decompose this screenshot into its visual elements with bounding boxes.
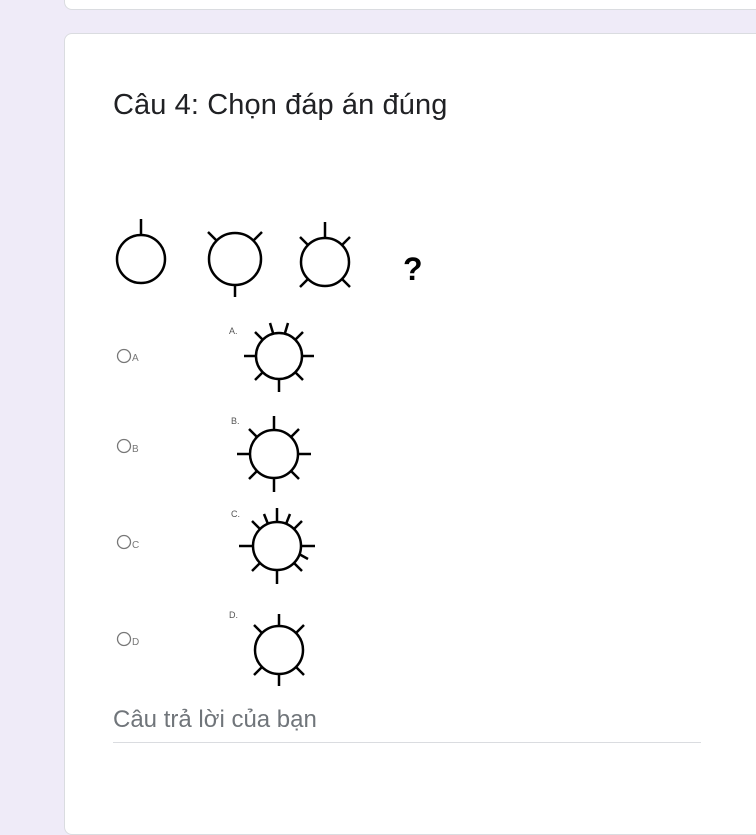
sequence-figure-2 [207,231,263,297]
option-b[interactable]: B B. [116,416,312,492]
option-d[interactable]: D D. [116,610,305,686]
option-b-caption: B. [231,416,240,426]
option-a-caption: A. [229,326,238,336]
previous-question-card [64,0,756,10]
sequence-figure-1 [115,219,167,285]
option-d-radio-label: D [132,637,139,648]
option-a-figure [244,322,314,392]
option-c-figure [239,508,315,584]
answer-field[interactable] [113,698,701,743]
sequence-figure-3 [299,222,351,288]
question-card: Câu 4: Chọn đáp án đúng ? A A. B B. C C.… [64,33,756,835]
option-d-radio[interactable] [116,631,132,647]
question-mark: ? [403,251,423,287]
option-c[interactable]: C C. [116,508,316,584]
question-image: ? A A. B B. C C. D D. [115,219,423,686]
option-a-radio-label: A [132,353,139,364]
option-b-figure [237,416,311,492]
option-d-figure [253,614,305,686]
question-title: Câu 4: Chọn đáp án đúng [113,89,448,121]
option-c-radio-label: C [132,540,139,551]
answer-input[interactable] [113,698,701,742]
option-a[interactable]: A A. [116,322,315,392]
option-c-radio[interactable] [116,534,132,550]
option-c-caption: C. [231,509,240,519]
option-b-radio-label: B [132,444,139,455]
option-d-caption: D. [229,610,238,620]
option-a-radio[interactable] [116,348,132,364]
option-b-radio[interactable] [116,438,132,454]
